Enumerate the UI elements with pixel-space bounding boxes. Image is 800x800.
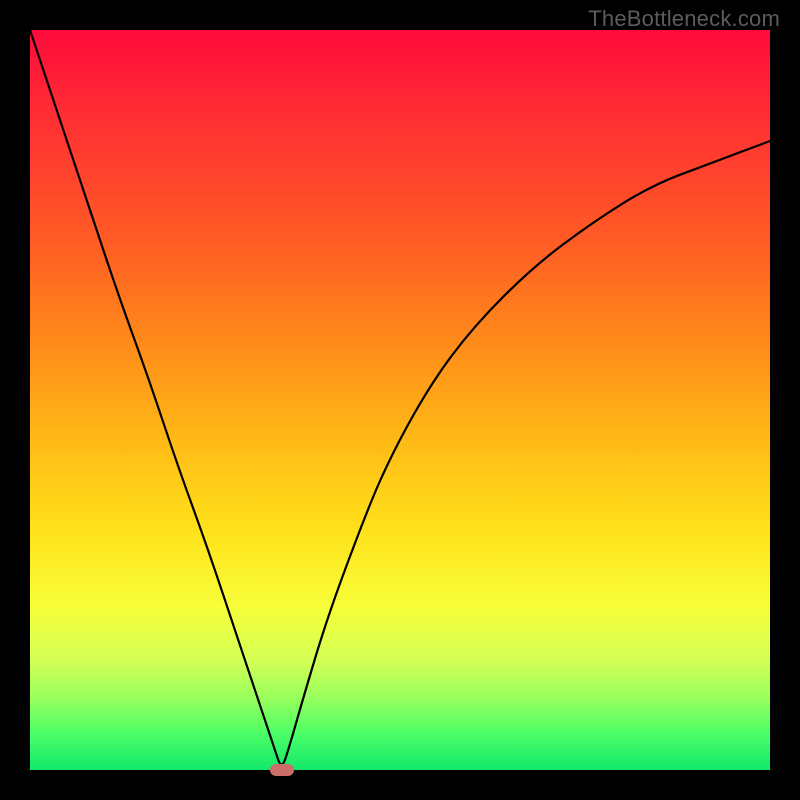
chart-frame: TheBottleneck.com — [0, 0, 800, 800]
bottleneck-curve — [30, 30, 770, 770]
watermark-text: TheBottleneck.com — [588, 6, 780, 32]
minimum-marker — [270, 764, 294, 776]
plot-area — [30, 30, 770, 770]
curve-path — [30, 30, 770, 764]
